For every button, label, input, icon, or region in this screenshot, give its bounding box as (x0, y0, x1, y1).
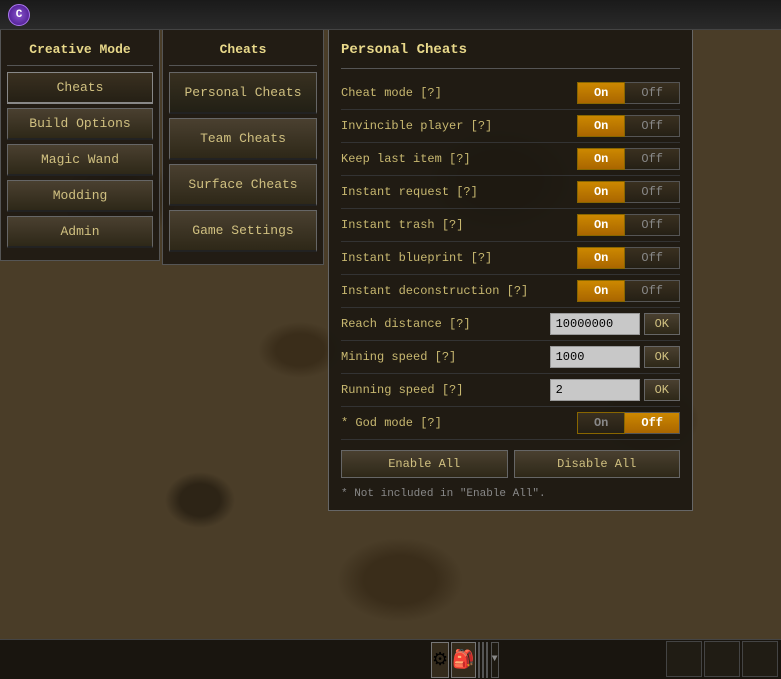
right-slot-3[interactable] (742, 641, 778, 677)
label-instant-trash: Instant trash [?] (341, 218, 577, 232)
panel-title: Personal Cheats (341, 40, 680, 69)
btn-invincible-on[interactable]: On (577, 115, 625, 137)
input-group-running-speed: OK (550, 379, 680, 401)
toolbar-slot-5[interactable] (486, 642, 488, 678)
btn-god-mode-off[interactable]: Off (625, 412, 680, 434)
input-group-reach-distance: OK (550, 313, 680, 335)
row-instant-request: Instant request [?] On Off (341, 176, 680, 209)
row-mining-speed: Mining speed [?] OK (341, 341, 680, 374)
btn-cheat-mode-on[interactable]: On (577, 82, 625, 104)
mid-item-surface-cheats[interactable]: Surface Cheats (169, 164, 317, 206)
right-slots (665, 639, 781, 679)
sidebar-item-modding[interactable]: Modding (7, 180, 153, 212)
label-instant-deconstruction: Instant deconstruction [?] (341, 284, 577, 298)
sidebar-left: Creative Mode Cheats Build Options Magic… (0, 30, 160, 261)
sidebar-item-admin[interactable]: Admin (7, 216, 153, 248)
sidebar-item-build-options[interactable]: Build Options (7, 108, 153, 140)
row-instant-deconstruction: Instant deconstruction [?] On Off (341, 275, 680, 308)
btn-keep-last-on[interactable]: On (577, 148, 625, 170)
toggle-instant-request: On Off (577, 181, 680, 203)
btn-instant-blueprint-on[interactable]: On (577, 247, 625, 269)
label-instant-request: Instant request [?] (341, 185, 577, 199)
row-invincible-player: Invincible player [?] On Off (341, 110, 680, 143)
right-slot-2[interactable] (704, 641, 740, 677)
toggle-cheat-mode: On Off (577, 82, 680, 104)
toggle-invincible-player: On Off (577, 115, 680, 137)
mid-item-game-settings[interactable]: Game Settings (169, 210, 317, 252)
top-bar: C (0, 0, 781, 30)
input-group-mining-speed: OK (550, 346, 680, 368)
sidebar-mid: Cheats Personal Cheats Team Cheats Surfa… (162, 30, 324, 265)
btn-god-mode-on[interactable]: On (577, 412, 625, 434)
toolbar-item-icon-2: 🎒 (452, 649, 474, 671)
bottom-row: Enable All Disable All (341, 450, 680, 478)
btn-mining-speed-ok[interactable]: OK (644, 346, 680, 368)
row-running-speed: Running speed [?] OK (341, 374, 680, 407)
btn-instant-deconstruction-off[interactable]: Off (625, 280, 680, 302)
btn-running-speed-ok[interactable]: OK (644, 379, 680, 401)
btn-enable-all[interactable]: Enable All (341, 450, 508, 478)
btn-disable-all[interactable]: Disable All (514, 450, 681, 478)
mid-item-personal-cheats[interactable]: Personal Cheats (169, 72, 317, 114)
label-invincible-player: Invincible player [?] (341, 119, 577, 133)
app-icon: C (8, 4, 30, 26)
btn-instant-deconstruction-on[interactable]: On (577, 280, 625, 302)
btn-reach-distance-ok[interactable]: OK (644, 313, 680, 335)
row-instant-blueprint: Instant blueprint [?] On Off (341, 242, 680, 275)
label-mining-speed: Mining speed [?] (341, 350, 550, 364)
sidebar-item-cheats[interactable]: Cheats (7, 72, 153, 104)
input-running-speed[interactable] (550, 379, 640, 401)
sidebar-item-magic-wand[interactable]: Magic Wand (7, 144, 153, 176)
btn-instant-trash-off[interactable]: Off (625, 214, 680, 236)
panel-right: Personal Cheats Cheat mode [?] On Off In… (328, 30, 693, 511)
btn-instant-request-on[interactable]: On (577, 181, 625, 203)
footnote: * Not included in "Enable All". (341, 484, 680, 500)
toolbar-slot-4[interactable] (482, 642, 484, 678)
row-instant-trash: Instant trash [?] On Off (341, 209, 680, 242)
toolbar-scroll[interactable]: ▼ (491, 642, 499, 678)
toolbar-slot-1[interactable]: ⚙ (431, 642, 449, 678)
row-reach-distance: Reach distance [?] OK (341, 308, 680, 341)
toggle-god-mode: On Off (577, 412, 680, 434)
label-instant-blueprint: Instant blueprint [?] (341, 251, 577, 265)
label-keep-last-item: Keep last item [?] (341, 152, 577, 166)
btn-instant-blueprint-off[interactable]: Off (625, 247, 680, 269)
toolbar-item-icon-1: ⚙ (432, 649, 448, 671)
btn-instant-request-off[interactable]: Off (625, 181, 680, 203)
label-reach-distance: Reach distance [?] (341, 317, 550, 331)
bottom-toolbar: ⚙ 🎒 ▼ (0, 639, 781, 679)
row-god-mode: * God mode [?] On Off (341, 407, 680, 440)
right-slot-1[interactable] (666, 641, 702, 677)
label-cheat-mode: Cheat mode [?] (341, 86, 577, 100)
toggle-instant-deconstruction: On Off (577, 280, 680, 302)
mid-item-team-cheats[interactable]: Team Cheats (169, 118, 317, 160)
toggle-keep-last-item: On Off (577, 148, 680, 170)
label-running-speed: Running speed [?] (341, 383, 550, 397)
sidebar-mid-title: Cheats (169, 38, 317, 66)
input-mining-speed[interactable] (550, 346, 640, 368)
row-keep-last-item: Keep last item [?] On Off (341, 143, 680, 176)
toggle-instant-trash: On Off (577, 214, 680, 236)
toolbar-slot-2[interactable]: 🎒 (451, 642, 475, 678)
btn-instant-trash-on[interactable]: On (577, 214, 625, 236)
row-cheat-mode: Cheat mode [?] On Off (341, 77, 680, 110)
label-god-mode: * God mode [?] (341, 416, 577, 430)
btn-keep-last-off[interactable]: Off (625, 148, 680, 170)
sidebar-left-title: Creative Mode (7, 38, 153, 66)
toggle-instant-blueprint: On Off (577, 247, 680, 269)
btn-cheat-mode-off[interactable]: Off (625, 82, 680, 104)
input-reach-distance[interactable] (550, 313, 640, 335)
btn-invincible-off[interactable]: Off (625, 115, 680, 137)
toolbar-slot-3[interactable] (478, 642, 480, 678)
